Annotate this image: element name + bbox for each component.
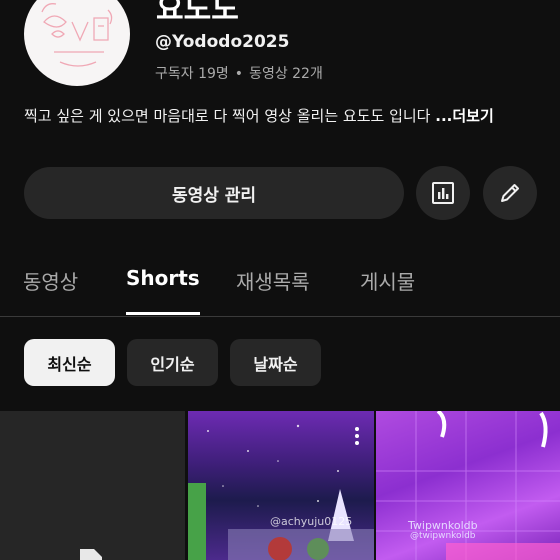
tab-playlists[interactable]: 재생목록 — [236, 266, 310, 295]
tab-videos[interactable]: 동영상 — [23, 266, 78, 295]
space-scene-thumbnail — [188, 424, 374, 560]
pencil-icon — [501, 184, 519, 202]
placeholder-thumbnail-icon — [80, 549, 102, 560]
short-overlay-handle: @twipwnkoldb — [410, 531, 476, 541]
channel-description[interactable]: 찍고 싶은 게 있으면 마음대로 다 찍어 영상 올리는 요도도 입니다 ...… — [24, 106, 539, 127]
analytics-button[interactable] — [416, 166, 470, 220]
channel-tabs: 동영상 Shorts 재생목록 게시물 — [0, 258, 560, 317]
channel-stats: 구독자 19명 • 동영상 22개 — [155, 63, 323, 83]
description-text: 찍고 싶은 게 있으면 마음대로 다 찍어 영상 올리는 요도도 입니다 — [24, 107, 431, 125]
avatar-doodle-icon — [41, 3, 113, 67]
active-tab-indicator — [126, 312, 200, 315]
channel-handle: @Yododo2025 — [155, 32, 290, 52]
short-thumbnail[interactable]: @achyuju0125 — [188, 411, 374, 560]
channel-name: 요도도 — [156, 0, 239, 27]
channel-avatar[interactable] — [24, 0, 130, 86]
chip-popular[interactable]: 인기순 — [127, 339, 218, 386]
more-options-icon[interactable] — [354, 427, 360, 447]
tab-posts[interactable]: 게시물 — [360, 266, 415, 295]
manage-videos-button[interactable]: 동영상 관리 — [24, 167, 404, 219]
chip-latest[interactable]: 최신순 — [24, 339, 115, 386]
chip-date[interactable]: 날짜순 — [230, 339, 321, 386]
tab-shorts[interactable]: Shorts — [126, 266, 200, 290]
short-thumbnail[interactable]: Twipwnkoldb @twipwnkoldb — [376, 411, 560, 560]
edit-channel-button[interactable] — [483, 166, 537, 220]
short-thumbnail[interactable] — [0, 411, 185, 560]
subscriber-count: 구독자 19명 — [155, 66, 229, 82]
video-count: 동영상 22개 — [249, 66, 323, 82]
short-overlay-text: @achyuju0125 — [270, 515, 353, 528]
bar-chart-icon — [432, 182, 454, 204]
more-link[interactable]: ...더보기 — [435, 107, 494, 125]
stats-separator: • — [234, 66, 244, 82]
manage-videos-label: 동영상 관리 — [171, 185, 257, 206]
